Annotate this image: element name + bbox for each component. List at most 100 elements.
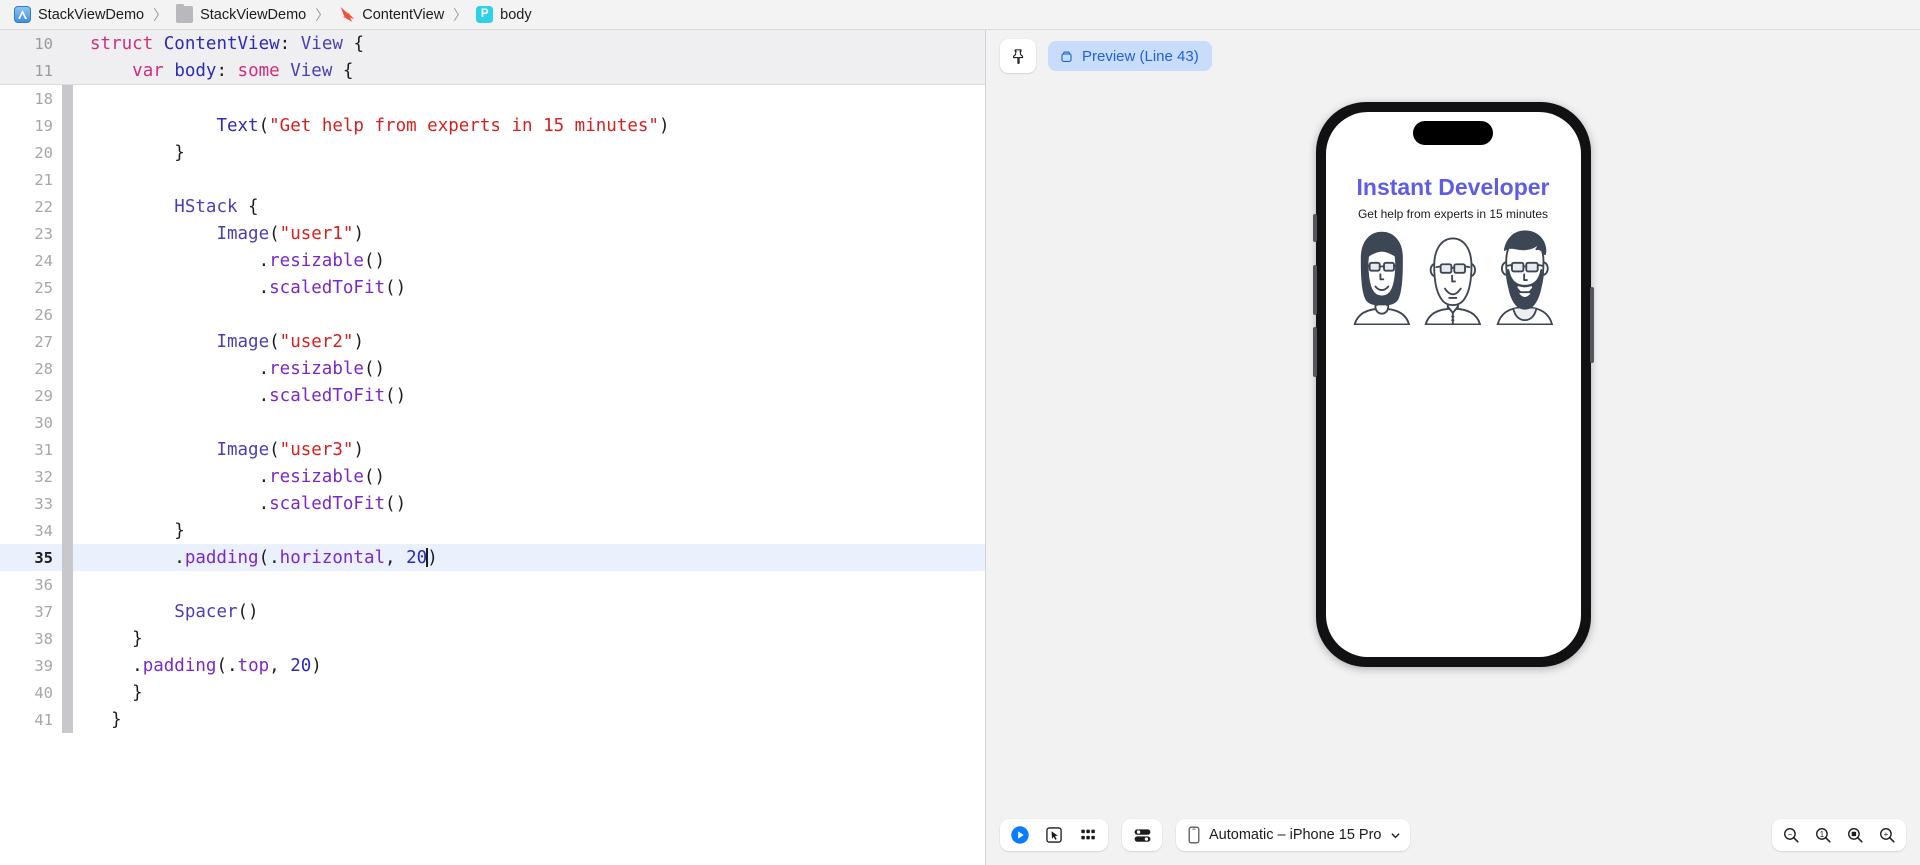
code-line[interactable]: 20 } [0, 139, 985, 166]
code-line[interactable]: 25 .scaledToFit() [0, 274, 985, 301]
zoom-to-fit-button[interactable] [1840, 822, 1870, 848]
line-number: 20 [0, 144, 62, 162]
preview-canvas-pane: Preview (Line 43) Instant Developer Get … [986, 30, 1920, 865]
magnifier-one-icon: 1 [1814, 826, 1833, 845]
code-token: () [238, 602, 259, 622]
app-icon [14, 6, 31, 23]
code-line[interactable]: 11 var body: some View { [0, 57, 985, 84]
code-token: var [132, 61, 174, 81]
svg-text:1: 1 [1819, 829, 1824, 838]
preview-canvas[interactable]: Instant Developer Get help from experts … [986, 82, 1920, 805]
code-token [90, 602, 174, 622]
breadcrumb-item-stackviewdemo[interactable]: StackViewDemo [172, 6, 310, 23]
code-token: () [385, 494, 406, 514]
code-token: } [90, 521, 185, 541]
code-token: body [174, 61, 216, 81]
play-button[interactable] [1005, 822, 1035, 848]
code-line[interactable]: 41 } [0, 706, 985, 733]
code-line[interactable]: 29 .scaledToFit() [0, 382, 985, 409]
device-action-button [1313, 214, 1317, 242]
code-line[interactable]: 27 Image("user2") [0, 328, 985, 355]
grid-dots-icon [1078, 825, 1098, 845]
magnifier-plus-icon: + [1878, 826, 1897, 845]
code-token: ) [311, 656, 322, 676]
breadcrumb-item-body[interactable]: Pbody [472, 6, 535, 23]
device-screen[interactable]: Instant Developer Get help from experts … [1326, 112, 1581, 657]
code-token: Spacer [174, 602, 237, 622]
code-line[interactable]: 33 .scaledToFit() [0, 490, 985, 517]
code-token: horizontal [280, 548, 385, 568]
code-line-current[interactable]: 35 .padding(.horizontal, 20) [0, 544, 985, 571]
breadcrumb-separator: 〉 [310, 5, 334, 25]
code-line[interactable]: 38 } [0, 625, 985, 652]
code-token: ContentView [164, 34, 280, 54]
code-lines-container[interactable]: 18 19 Text("Get help from experts in 15 m… [0, 85, 985, 733]
code-line[interactable]: 18 [0, 85, 985, 112]
code-token: ) [353, 332, 364, 352]
breadcrumb-separator: 〉 [448, 5, 472, 25]
code-text: .scaledToFit() [73, 494, 985, 514]
code-token: { [332, 61, 353, 81]
code-token [90, 440, 216, 460]
gutter-change-ribbon [62, 139, 73, 166]
preview-settings-button[interactable] [1127, 822, 1157, 848]
code-text: } [73, 629, 985, 649]
pin-preview-button[interactable] [1000, 39, 1036, 73]
zoom-actual-size-button[interactable]: 1 [1808, 822, 1838, 848]
code-line[interactable]: 37 Spacer() [0, 598, 985, 625]
code-token: "user2" [280, 332, 354, 352]
code-line[interactable]: 10struct ContentView: View { [0, 30, 985, 57]
code-token: , [269, 656, 290, 676]
code-line[interactable]: 22 HStack { [0, 193, 985, 220]
zoom-in-button[interactable]: + [1872, 822, 1902, 848]
code-line[interactable]: 40 } [0, 679, 985, 706]
device-picker[interactable]: Automatic – iPhone 15 Pro [1176, 819, 1410, 851]
code-token: View [301, 34, 343, 54]
code-text: var body: some View { [73, 61, 985, 81]
preview-controls-group [1000, 819, 1108, 851]
selection-tool-button[interactable] [1039, 822, 1069, 848]
code-line[interactable]: 39 .padding(.top, 20) [0, 652, 985, 679]
code-token: . [90, 467, 269, 487]
device-volume-up-button [1313, 265, 1317, 315]
avatar-row [1346, 225, 1561, 325]
iphone-device-frame[interactable]: Instant Developer Get help from experts … [1316, 102, 1591, 667]
code-line[interactable]: 28 .resizable() [0, 355, 985, 382]
gutter-change-ribbon [62, 30, 73, 57]
line-number: 24 [0, 252, 62, 270]
line-number: 28 [0, 360, 62, 378]
code-line[interactable]: 26 [0, 301, 985, 328]
code-line[interactable]: 24 .resizable() [0, 247, 985, 274]
code-line[interactable]: 32 .resizable() [0, 463, 985, 490]
device-volume-down-button [1313, 327, 1317, 377]
variants-grid-button[interactable] [1073, 822, 1103, 848]
zoom-out-button[interactable]: − [1776, 822, 1806, 848]
code-token: Image [216, 224, 269, 244]
line-number: 34 [0, 522, 62, 540]
line-number: 39 [0, 657, 62, 675]
code-line[interactable]: 34 } [0, 517, 985, 544]
device-power-button [1590, 287, 1594, 363]
code-token: some [238, 61, 291, 81]
svg-text:+: + [1883, 829, 1888, 838]
preview-line-pill[interactable]: Preview (Line 43) [1048, 41, 1212, 71]
code-editor[interactable]: 10struct ContentView: View {11 var body:… [0, 30, 985, 865]
line-number: 26 [0, 306, 62, 324]
line-number: 35 [0, 549, 62, 567]
code-token: ( [259, 116, 270, 136]
code-line[interactable]: 30 [0, 409, 985, 436]
line-number: 36 [0, 576, 62, 594]
code-line[interactable]: 19 Text("Get help from experts in 15 min… [0, 112, 985, 139]
code-line[interactable]: 23 Image("user1") [0, 220, 985, 247]
code-line[interactable]: 21 [0, 166, 985, 193]
magnifier-square-icon [1846, 826, 1865, 845]
breadcrumb-item-stackviewdemo[interactable]: StackViewDemo [10, 6, 148, 23]
code-text: .padding(.horizontal, 20) [73, 548, 985, 568]
code-line[interactable]: 31 Image("user3") [0, 436, 985, 463]
code-token: ( [269, 332, 280, 352]
breadcrumb-item-contentview[interactable]: ContentView [334, 6, 448, 23]
code-text: Image("user1") [73, 224, 985, 244]
code-line[interactable]: 36 [0, 571, 985, 598]
gutter-change-ribbon [62, 328, 73, 355]
line-number: 18 [0, 90, 62, 108]
